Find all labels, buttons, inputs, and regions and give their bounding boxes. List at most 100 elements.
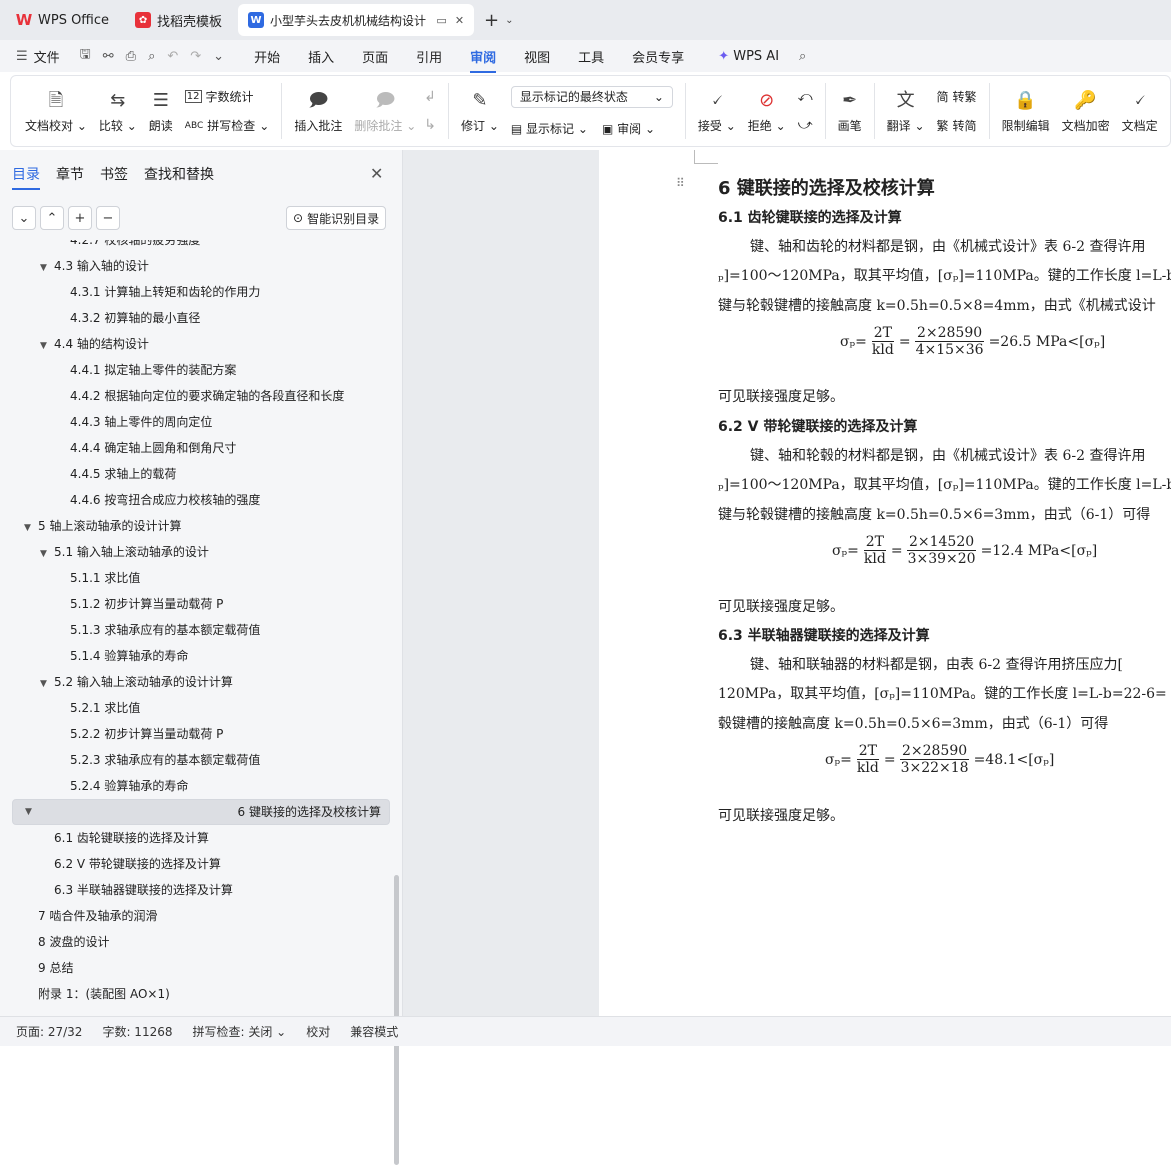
- page-indicator[interactable]: 页面: 27/32: [16, 1023, 82, 1040]
- prev-change-icon[interactable]: ⤺: [798, 89, 813, 105]
- toc-item[interactable]: 5.1.3 求轴承应有的基本额定载荷值: [56, 617, 260, 643]
- word-count-button[interactable]: 12 字数统计: [184, 88, 270, 105]
- toc-item[interactable]: ▼ 4.4 轴的结构设计: [40, 331, 149, 357]
- spell-check-toggle[interactable]: 拼写检查: 关闭 ⌄: [193, 1023, 287, 1040]
- proof-button[interactable]: 校对: [306, 1023, 330, 1040]
- read-aloud-button[interactable]: ☰ 朗读: [149, 89, 173, 134]
- toc-item[interactable]: ▼ 5 轴上滚动轴承的设计计算: [24, 513, 181, 539]
- toc-item[interactable]: 4.4.5 求轴上的载荷: [56, 461, 176, 487]
- toc-item[interactable]: 5.2.4 验算轴承的寿命: [56, 773, 188, 799]
- next-change-icon[interactable]: ⤻: [798, 117, 813, 133]
- add-heading-icon[interactable]: +: [68, 206, 92, 230]
- review-pane-button[interactable]: ▣ 审阅 ⌄: [602, 120, 655, 137]
- window-mode-icon[interactable]: ▭: [436, 14, 446, 27]
- finalize-button[interactable]: 🗸 文档定: [1122, 89, 1158, 134]
- toc-item[interactable]: 4.4.1 拟定轴上零件的装配方案: [56, 357, 236, 383]
- menu-review[interactable]: 审阅: [470, 47, 497, 73]
- word-count-indicator[interactable]: 字数: 11268: [102, 1023, 172, 1040]
- collapse-all-icon[interactable]: ⌄: [12, 206, 36, 230]
- toc-item[interactable]: 4.3.1 计算轴上转矩和齿轮的作用力: [56, 279, 260, 305]
- toc-item[interactable]: 5.2.3 求轴承应有的基本额定载荷值: [56, 747, 260, 773]
- encrypt-button[interactable]: 🔑 文档加密: [1062, 89, 1110, 134]
- tab-find-replace[interactable]: 查找和替换: [144, 164, 214, 190]
- undo-icon[interactable]: ↶: [167, 49, 178, 64]
- remove-heading-icon[interactable]: −: [96, 206, 120, 230]
- insert-comment-button[interactable]: 🗩 插入批注: [294, 89, 342, 134]
- next-comment-icon[interactable]: ↳: [424, 117, 436, 133]
- markup-state-select[interactable]: 显示标记的最终状态 ⌄: [510, 85, 673, 108]
- drag-handle-icon[interactable]: ⠿: [676, 176, 685, 190]
- redo-icon[interactable]: ↷: [190, 49, 201, 64]
- toc-item[interactable]: 4.4.2 根据轴向定位的要求确定轴的各段直径和长度: [56, 383, 344, 409]
- tab-docer[interactable]: ✿ 找稻壳模板: [125, 4, 232, 36]
- preview-icon[interactable]: ⌕: [148, 49, 155, 64]
- expand-triangle-icon[interactable]: ▼: [40, 541, 54, 567]
- toc-item[interactable]: 9 总结: [24, 955, 73, 981]
- accept-button[interactable]: 🗸 接受 ⌄: [698, 89, 736, 134]
- toc-item[interactable]: 4.3.2 初算轴的最小直径: [56, 305, 200, 331]
- toc-item[interactable]: ▼ 4.3 输入轴的设计: [40, 253, 149, 279]
- save-icon[interactable]: 🖫: [80, 45, 91, 67]
- expand-triangle-icon[interactable]: ▼: [40, 671, 54, 697]
- menu-file[interactable]: 文件: [34, 47, 60, 66]
- tab-bookmark[interactable]: 书签: [100, 164, 128, 190]
- toc-item[interactable]: 5.1.2 初步计算当量动载荷 P: [56, 591, 223, 617]
- close-tab-icon[interactable]: ✕: [455, 14, 464, 27]
- toc-item[interactable]: 4.4.6 按弯扭合成应力校核轴的强度: [56, 487, 260, 513]
- tab-toc[interactable]: 目录: [12, 164, 40, 190]
- to-simplified-button[interactable]: 繁转简: [937, 117, 977, 134]
- expand-triangle-icon[interactable]: ▼: [24, 515, 38, 541]
- compare-button[interactable]: ⇆ 比较 ⌄: [99, 89, 137, 134]
- close-icon[interactable]: ✕: [370, 164, 383, 183]
- more-chevron-icon[interactable]: ⌄: [213, 49, 224, 64]
- link-icon[interactable]: ⚯: [103, 49, 114, 64]
- search-icon[interactable]: ⌕: [799, 49, 806, 64]
- menu-reference[interactable]: 引用: [416, 47, 442, 66]
- tab-wps-office[interactable]: W WPS Office: [6, 4, 119, 36]
- expand-up-icon[interactable]: ⌃: [40, 206, 64, 230]
- menu-tools[interactable]: 工具: [578, 47, 604, 66]
- toc-item[interactable]: 4.4.3 轴上零件的周向定位: [56, 409, 212, 435]
- toc-item[interactable]: 8 波盘的设计: [24, 929, 109, 955]
- toc-item[interactable]: 6.2 V 带轮键联接的选择及计算: [40, 851, 221, 877]
- tab-list-chevron-icon[interactable]: ⌄: [505, 15, 513, 26]
- menu-page[interactable]: 页面: [362, 47, 388, 66]
- restrict-edit-button[interactable]: 🔒 限制编辑: [1002, 89, 1050, 134]
- toc-item[interactable]: 6.3 半联轴器键联接的选择及计算: [40, 877, 233, 903]
- tab-chapter[interactable]: 章节: [56, 164, 84, 190]
- spell-check-button[interactable]: ABC 拼写检查 ⌄: [185, 117, 270, 134]
- toc-item[interactable]: 附录 1：(装配图 AO×1): [24, 981, 170, 1007]
- toc-item[interactable]: 7 啮合件及轴承的润滑: [24, 903, 157, 929]
- reject-button[interactable]: ⊘ 拒绝 ⌄: [748, 89, 786, 134]
- toc-item[interactable]: ▼ 6 键联接的选择及校核计算: [12, 799, 390, 825]
- toc-item[interactable]: 5.2.2 初步计算当量动载荷 P: [56, 721, 223, 747]
- hamburger-icon[interactable]: ☰: [16, 49, 28, 64]
- prev-comment-icon[interactable]: ↲: [424, 89, 436, 105]
- expand-triangle-icon[interactable]: ▼: [40, 333, 54, 359]
- menu-start[interactable]: 开始: [254, 47, 280, 66]
- toc-item[interactable]: 4.2.7 校核轴的疲劳强度: [56, 240, 200, 253]
- pen-button[interactable]: ✒ 画笔: [838, 89, 862, 134]
- toc-item[interactable]: 4.4.4 确定轴上圆角和倒角尺寸: [56, 435, 236, 461]
- revise-button[interactable]: ✎ 修订 ⌄: [461, 89, 499, 134]
- toc-item[interactable]: 6.1 齿轮键联接的选择及计算: [40, 825, 209, 851]
- expand-triangle-icon[interactable]: ▼: [25, 799, 39, 825]
- menu-wps-ai[interactable]: ✦ WPS AI: [718, 49, 779, 64]
- tab-document[interactable]: W 小型芋头去皮机机械结构设计 ▭ ✕: [238, 4, 475, 36]
- new-tab-icon[interactable]: +: [484, 10, 499, 31]
- toc-item[interactable]: ▼ 5.1 输入轴上滚动轴承的设计: [40, 539, 209, 565]
- delete-comment-button[interactable]: 🗩 删除批注 ⌄: [354, 89, 416, 134]
- toc-item[interactable]: 5.2.1 求比值: [56, 695, 140, 721]
- print-icon[interactable]: ⎙: [126, 49, 136, 64]
- to-traditional-button[interactable]: 简转繁: [937, 88, 977, 105]
- doc-check-button[interactable]: 🗎 文档校对 ⌄: [25, 89, 87, 134]
- show-markup-button[interactable]: ▤ 显示标记 ⌄: [511, 120, 588, 137]
- expand-triangle-icon[interactable]: ▼: [40, 255, 54, 281]
- menu-view[interactable]: 视图: [524, 47, 550, 66]
- menu-insert[interactable]: 插入: [308, 47, 334, 66]
- smart-toc-button[interactable]: ⊙ 智能识别目录: [286, 206, 387, 230]
- toc-item[interactable]: 5.1.1 求比值: [56, 565, 140, 591]
- menu-member[interactable]: 会员专享: [632, 47, 684, 66]
- translate-button[interactable]: 文翻译 ⌄: [887, 89, 925, 134]
- toc-item[interactable]: 5.1.4 验算轴承的寿命: [56, 643, 188, 669]
